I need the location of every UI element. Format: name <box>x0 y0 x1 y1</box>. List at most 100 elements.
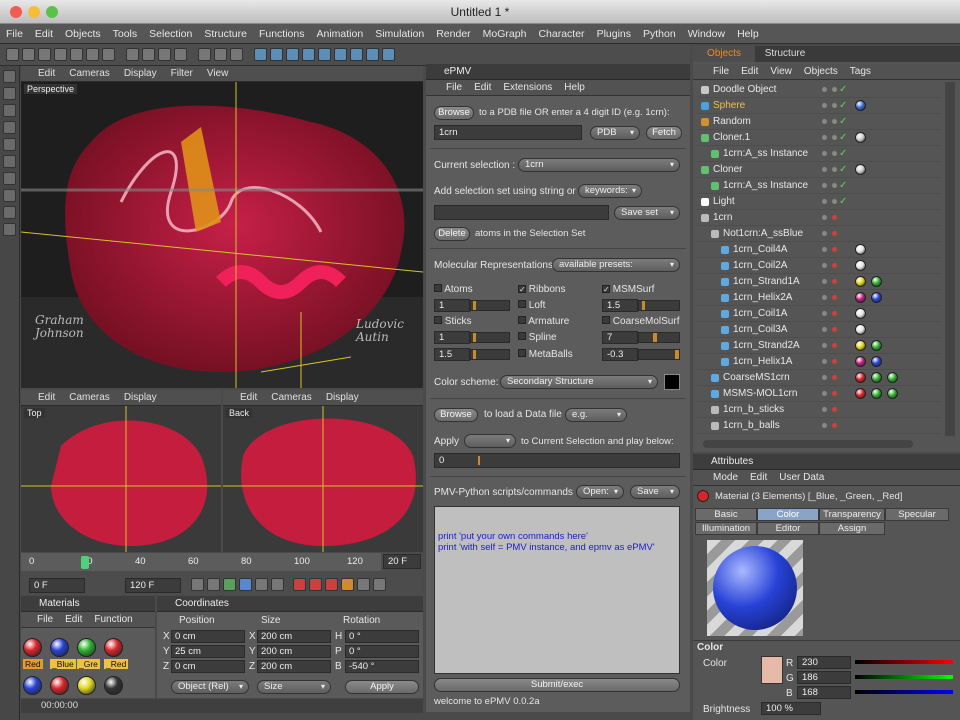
visibility-dot-icon[interactable] <box>822 183 827 188</box>
frame-slider-field[interactable]: 0 <box>434 453 680 468</box>
x-axis-icon[interactable] <box>126 48 139 61</box>
keywords-select[interactable]: keywords: <box>578 184 642 198</box>
menu-tools[interactable]: Tools <box>107 28 144 40</box>
object-row[interactable]: Not1crn:A_ssBlue <box>697 226 941 242</box>
render-dot-icon[interactable] <box>832 359 837 364</box>
key-rot-icon[interactable] <box>373 578 386 591</box>
menu-file[interactable]: File <box>0 28 29 40</box>
objects-hscrollbar[interactable] <box>703 440 913 448</box>
coarse-isovalue-field[interactable]: -0.3 <box>602 348 638 361</box>
viewport-menu-cameras[interactable]: Cameras <box>264 392 319 403</box>
cube-icon[interactable] <box>254 48 267 61</box>
object-row[interactable]: Light ✓ <box>697 194 941 210</box>
menu-structure[interactable]: Structure <box>198 28 253 40</box>
attr-tab-editor[interactable]: Editor <box>757 522 819 535</box>
save-set-select[interactable]: Save set <box>614 206 680 220</box>
material-tag-icon[interactable] <box>855 132 866 143</box>
render-dot-icon[interactable] <box>832 167 837 172</box>
menu-objects[interactable]: Objects <box>59 28 107 40</box>
object-icon[interactable] <box>3 87 16 100</box>
material-tag-icon[interactable] <box>855 164 866 175</box>
visibility-dot-icon[interactable] <box>822 327 827 332</box>
save-script-select[interactable]: Save <box>630 485 680 499</box>
menu-selection[interactable]: Selection <box>143 28 198 40</box>
menu-character[interactable]: Character <box>532 28 590 40</box>
visibility-dot-icon[interactable] <box>822 311 827 316</box>
rotate-icon[interactable] <box>86 48 99 61</box>
go-start-icon[interactable] <box>191 578 204 591</box>
color-scheme-select[interactable]: Secondary Structure <box>500 375 658 389</box>
r-field[interactable]: 230 <box>797 656 851 669</box>
size-mode-select[interactable]: Size <box>257 680 331 694</box>
r-slider[interactable] <box>855 660 953 664</box>
material-swatch[interactable] <box>77 638 96 657</box>
render-view-icon[interactable] <box>198 48 211 61</box>
epmv-menu-extensions[interactable]: Extensions <box>497 82 558 93</box>
material-tag-icon[interactable] <box>855 372 866 383</box>
enabled-check-icon[interactable]: ✓ <box>839 194 847 209</box>
presets-select[interactable]: available presets: <box>552 258 680 272</box>
object-row[interactable]: 1crn_Coil3A <box>697 322 941 338</box>
size-field[interactable]: 200 cm <box>257 645 331 658</box>
materials-menu-edit[interactable]: Edit <box>59 614 88 625</box>
current-selection-select[interactable]: 1crn <box>518 158 680 172</box>
visibility-dot-icon[interactable] <box>822 215 827 220</box>
enabled-check-icon[interactable]: ✓ <box>839 114 847 129</box>
render-dot-icon[interactable] <box>832 151 837 156</box>
objects-menu-view[interactable]: View <box>764 66 798 77</box>
current-frame-field[interactable]: 20 F <box>383 554 421 569</box>
attr-tab-basic[interactable]: Basic <box>695 508 757 521</box>
spline-checkbox[interactable]: Spline <box>518 332 557 343</box>
open-script-select[interactable]: Open: <box>576 485 624 499</box>
object-row[interactable]: 1crn_Helix2A <box>697 290 941 306</box>
apply-data-select[interactable] <box>464 434 516 448</box>
object-row[interactable]: 1crn_b_sticks <box>697 402 941 418</box>
sticks-ratio-slider[interactable] <box>470 349 510 360</box>
menu-render[interactable]: Render <box>430 28 476 40</box>
viewport-menu-display[interactable]: Display <box>117 68 164 79</box>
move-icon[interactable] <box>54 48 67 61</box>
coord-mode-select[interactable]: Object (Rel) <box>171 680 249 694</box>
keyframe-icon[interactable] <box>325 578 338 591</box>
browse-data-button[interactable]: Browse <box>434 408 478 422</box>
key-scale-icon[interactable] <box>357 578 370 591</box>
viewport-menu-cameras[interactable]: Cameras <box>62 392 117 403</box>
visibility-dot-icon[interactable] <box>822 247 827 252</box>
attr-tab-specular[interactable]: Specular <box>885 508 949 521</box>
edges-icon[interactable] <box>3 155 16 168</box>
visibility-dot-icon[interactable] <box>822 119 827 124</box>
perspective-viewport[interactable]: Perspective Graham Johnson Ludovic Autin <box>21 82 423 388</box>
menu-edit[interactable]: Edit <box>29 28 59 40</box>
material-tag-icon[interactable] <box>855 100 866 111</box>
object-row[interactable]: 1crn_Strand1A <box>697 274 941 290</box>
msmsurf-checkbox[interactable]: ✓ MSMSurf <box>602 284 654 295</box>
enabled-check-icon[interactable]: ✓ <box>839 178 847 193</box>
render-dot-icon[interactable] <box>832 215 837 220</box>
pause-icon[interactable] <box>239 578 252 591</box>
delete-button[interactable]: Delete <box>434 227 470 241</box>
attr-tab-illumination[interactable]: Illumination <box>695 522 757 535</box>
material-swatch[interactable] <box>104 676 123 695</box>
material-tag-icon[interactable] <box>855 324 866 335</box>
menu-mograph[interactable]: MoGraph <box>477 28 533 40</box>
rotation-field[interactable]: 0 ° <box>345 630 419 643</box>
recent-icon[interactable] <box>102 48 115 61</box>
epmv-menu-edit[interactable]: Edit <box>468 82 497 93</box>
menu-help[interactable]: Help <box>731 28 765 40</box>
b-field[interactable]: 168 <box>797 686 851 699</box>
material-tag-icon[interactable] <box>855 388 866 399</box>
material-tag-icon[interactable] <box>855 244 866 255</box>
polygons-icon[interactable] <box>3 172 16 185</box>
visibility-dot-icon[interactable] <box>822 423 827 428</box>
render-dot-icon[interactable] <box>832 327 837 332</box>
enabled-check-icon[interactable]: ✓ <box>839 130 847 145</box>
render-dot-icon[interactable] <box>832 279 837 284</box>
render-dot-icon[interactable] <box>832 343 837 348</box>
material-swatch[interactable] <box>50 638 69 657</box>
object-row[interactable]: 1crn:A_ss Instance ✓ <box>697 178 941 194</box>
loft-checkbox[interactable]: Loft <box>518 300 545 311</box>
menu-simulation[interactable]: Simulation <box>369 28 430 40</box>
viewport-menu-edit[interactable]: Edit <box>31 68 62 79</box>
render-dot-icon[interactable] <box>832 199 837 204</box>
render-dot-icon[interactable] <box>832 391 837 396</box>
